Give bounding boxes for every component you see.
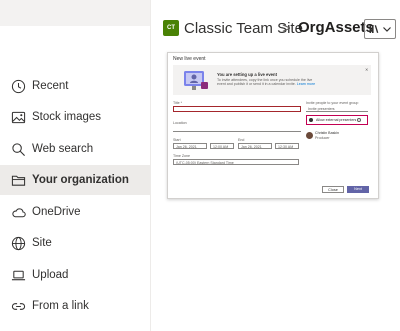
preview-invite-input: Invite presenters [306,106,368,112]
site-logo: CT [163,20,179,36]
nav-item-stock-images[interactable]: Stock images [0,102,150,132]
preview-close-button: Close [322,186,344,193]
preview-person-name: Christin Baskin [315,131,339,135]
image-icon [10,109,26,125]
preview-dialog-title: New live event [173,56,206,62]
chevron-down-icon [382,27,391,32]
left-nav-pane: Recent Stock images Web search Your orga… [0,0,151,331]
nav-label-your-organization: Your organization [32,174,129,186]
preview-highlight-box [306,115,368,125]
nav-item-site[interactable]: Site [0,228,150,258]
preview-end-time: 12:30 AM [275,143,299,149]
preview-avatar [306,132,313,139]
nav-label-upload: Upload [32,269,69,281]
nav-item-web-search[interactable]: Web search [0,134,150,164]
nav-item-onedrive[interactable]: OneDrive [0,197,150,227]
preview-location-label: Location [173,121,187,125]
asset-preview[interactable]: New live event You are setting up a live… [167,52,379,199]
clock-icon [10,78,26,94]
preview-info-heading: You are setting up a live event [217,72,277,77]
preview-info-link: Learn more [296,82,316,87]
nav-item-from-a-link[interactable]: From a link [0,291,150,321]
preview-close-icon: ✕ [365,67,369,72]
preview-timezone-label: Time Zone [173,154,191,158]
preview-title-label: Title * [173,101,183,105]
globe-icon [10,235,26,251]
nav-label-web-search: Web search [32,143,94,155]
breadcrumb-separator: > [282,20,291,37]
nav-label-site: Site [32,237,52,249]
cloud-icon [10,204,26,220]
preview-end-date: Jan 26, 2021 [238,143,272,149]
nav-item-recent[interactable]: Recent [0,71,150,101]
link-icon [10,298,26,314]
preview-start-time: 12:00 AM [210,143,234,149]
nav-label-from-a-link: From a link [32,300,89,312]
preview-end-label: End [238,138,245,142]
preview-title-input [173,106,301,112]
library-view-icon [369,25,378,33]
live-event-illustration-icon [184,71,208,90]
nav-top-strip [0,0,150,26]
nav-label-recent: Recent [32,80,69,92]
preview-timezone-select: (UTC-05:00) Eastern Standard Time [173,159,299,165]
folder-icon [10,172,26,188]
preview-start-date: Jan 26, 2021 [173,143,207,149]
view-switcher-button[interactable] [364,19,396,39]
preview-start-label: Start [173,138,181,142]
breadcrumb-library-name: OrgAssets [298,19,374,36]
preview-location-input [173,126,301,132]
preview-info-body: To invite attendees, copy the link once … [217,78,317,87]
nav-item-upload[interactable]: Upload [0,260,150,290]
nav-label-stock-images: Stock images [32,111,102,123]
preview-person-role: Producer [315,136,330,140]
preview-info-banner: You are setting up a live event To invit… [173,65,371,95]
preview-invite-label: Invite people to your event group [306,101,359,105]
search-icon [10,141,26,157]
nav-label-onedrive: OneDrive [32,206,81,218]
preview-next-button: Next [347,186,369,193]
nav-item-your-organization[interactable]: Your organization [0,165,150,195]
laptop-icon [10,267,26,283]
